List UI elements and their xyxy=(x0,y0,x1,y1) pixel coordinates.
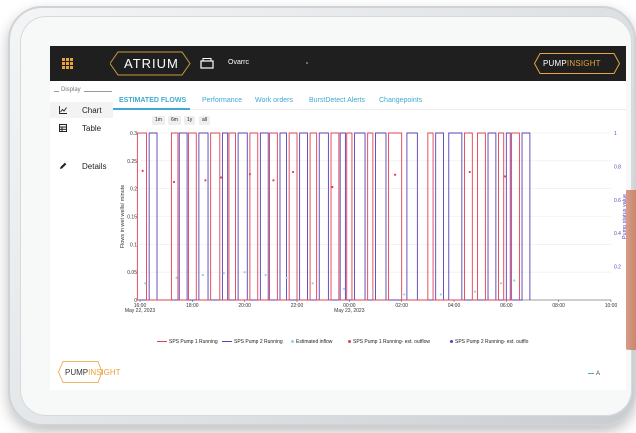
table-icon xyxy=(59,124,67,132)
legend-label: SPS Pump 1 Running- est. outflow xyxy=(353,339,430,345)
legend-item-pump2[interactable]: SPS Pump 2 Running xyxy=(222,339,283,345)
pump1-outflow-point xyxy=(172,180,176,184)
x-tick-label: 02:00 xyxy=(395,303,408,309)
x-tick-date-label: May 23, 2023 xyxy=(334,308,365,314)
sidebar-item-label: Chart xyxy=(82,106,102,115)
legend-label: Estimated inflow xyxy=(296,339,333,345)
brand-text-pump: PUMP xyxy=(543,59,567,68)
sidebar-item-details[interactable]: Details xyxy=(50,158,113,174)
sidebar-item-table[interactable]: Table xyxy=(50,120,113,136)
top-bar: ATRIUM Ovarrc PUMPINSIGHT xyxy=(50,46,626,81)
y-axis-title: Flows in wet wells/ minute xyxy=(120,185,126,249)
inflow-point xyxy=(513,279,516,282)
pumpinsight-footer-logo: PUMPINSIGHT xyxy=(58,361,121,383)
display-label: Display xyxy=(61,87,81,93)
inflow-point xyxy=(371,290,374,293)
inflow-point xyxy=(403,293,406,296)
pump1-outflow-point xyxy=(272,179,275,182)
pump1-outflow-point xyxy=(220,176,223,179)
inflow-point xyxy=(175,276,178,279)
x-tick-label: 22:00 xyxy=(291,303,304,309)
legend-item-pump1-outflow[interactable]: SPS Pump 1 Running- est. outflow xyxy=(348,339,430,345)
inflow-point xyxy=(264,273,267,277)
inflow-point xyxy=(222,272,225,275)
x-tick-label: 20:00 xyxy=(238,303,251,309)
inflow-point xyxy=(343,287,346,290)
pump1-outflow-point xyxy=(503,175,507,178)
line-chart-icon xyxy=(59,106,67,114)
separator-dot xyxy=(306,62,308,64)
pump1-outflow-point xyxy=(331,185,334,189)
pump1-outflow-point xyxy=(204,179,207,182)
sidebar-item-chart[interactable]: Chart xyxy=(50,102,113,118)
y-tick-label: 0.3 xyxy=(130,131,137,137)
sidebar-item-label: Details xyxy=(82,162,107,171)
inflow-point xyxy=(500,282,503,285)
footer-brand-pump: PUMP xyxy=(65,368,89,377)
pumpinsight-badge: PUMPINSIGHT xyxy=(534,53,620,74)
footer-label: A xyxy=(596,371,601,377)
app-screen: ATRIUM Ovarrc PUMPINSIGHT Display Chart xyxy=(50,46,626,390)
y2-tick-label: 1 xyxy=(614,131,617,137)
legend-item-pump2-outflow[interactable]: SPS Pump 2 Running- est. outflo xyxy=(450,339,528,345)
pump1-outflow-point xyxy=(248,173,251,176)
app-logo-text: ATRIUM xyxy=(124,56,179,71)
chart-legend: SPS Pump 1 Running SPS Pump 2 Running Es… xyxy=(153,339,623,347)
inflow-point xyxy=(243,271,246,274)
x-tick-label: 18:00 xyxy=(186,303,199,309)
pump1-outflow-point xyxy=(291,170,295,174)
brand-text-insight: INSIGHT xyxy=(566,59,601,68)
pump1-outflow-point xyxy=(468,170,471,174)
y2-tick-label: 0.2 xyxy=(614,265,621,271)
y2-tick-label: 0.6 xyxy=(614,198,621,204)
x-tick-label: 06:00 xyxy=(500,303,513,309)
apps-grid-icon[interactable] xyxy=(62,58,73,69)
y2-tick-label: 0.8 xyxy=(614,164,621,170)
y-tick-label: 0.15 xyxy=(127,215,137,221)
x-tick-label: 08:00 xyxy=(552,303,565,309)
y-tick-label: 0.2 xyxy=(130,187,137,193)
pencil-icon xyxy=(60,162,67,169)
sidebar: Display Chart Table Details PUMPINSIGHT xyxy=(50,81,121,390)
inflow-point xyxy=(311,282,314,285)
site-name[interactable]: Ovarrc xyxy=(228,59,249,66)
site-box-icon xyxy=(200,58,214,69)
x-tick-label: 04:00 xyxy=(448,303,461,309)
pump1-outflow-point xyxy=(394,173,397,176)
inflow-point xyxy=(144,282,147,285)
x-tick-date-label: May 22, 2023 xyxy=(125,308,156,314)
legend-label: SPS Pump 1 Running xyxy=(169,339,218,345)
legend-item-inflow[interactable]: Estimated inflow xyxy=(291,339,332,345)
inflow-point xyxy=(285,276,288,279)
main-panel: ESTIMATED FLOWS Performance Work orders … xyxy=(113,81,626,390)
y2-tick-label: 0.4 xyxy=(614,231,621,237)
sidebar-item-label: Table xyxy=(82,124,102,133)
y-tick-label: 0.25 xyxy=(127,159,137,165)
x-tick-label: 10:00 xyxy=(605,303,618,309)
footer-legend-mark: A xyxy=(588,371,600,377)
y-tick-label: 0.1 xyxy=(130,242,137,248)
atrium-logo[interactable]: ATRIUM xyxy=(110,51,192,76)
display-section-header: Display xyxy=(54,87,112,95)
legend-item-pump1[interactable]: SPS Pump 1 Running xyxy=(157,339,218,345)
pump1-outflow-point xyxy=(141,169,144,172)
y-tick-label: 0.05 xyxy=(127,270,137,276)
y2-axis-title: Pump status value xyxy=(622,194,626,239)
legend-label: SPS Pump 2 Running- est. outflo xyxy=(455,339,529,345)
inflow-point xyxy=(473,290,477,293)
inflow-point xyxy=(201,273,204,277)
legend-label: SPS Pump 2 Running xyxy=(234,339,283,345)
inflow-point xyxy=(439,293,443,296)
